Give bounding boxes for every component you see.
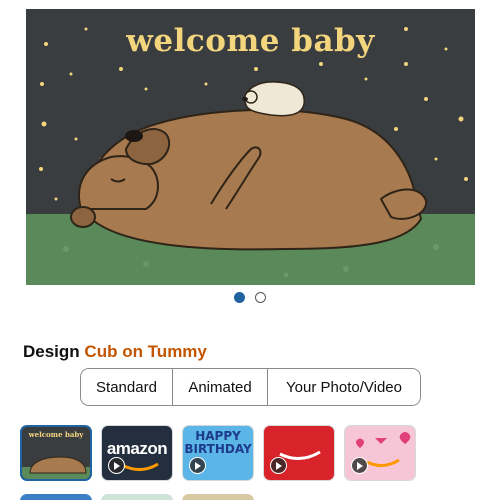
design-thumbnail-amazon[interactable]: amazon <box>101 425 173 481</box>
pager-dot-2[interactable] <box>255 292 266 303</box>
design-thumbnail-row: welcome baby amazon HAPPY BIRTHDAY <box>20 425 416 481</box>
design-label-row: Design Cub on Tummy <box>23 342 207 362</box>
tab-standard[interactable]: Standard <box>81 369 172 405</box>
pager-dot-1[interactable] <box>234 292 245 303</box>
play-icon <box>351 457 368 474</box>
design-value: Cub on Tummy <box>84 342 207 361</box>
tab-animated[interactable]: Animated <box>172 369 267 405</box>
tab-your-photo-video[interactable]: Your Photo/Video <box>267 369 420 405</box>
card-title-text: welcome baby <box>126 23 375 59</box>
card-preview-image: welcome baby <box>26 9 475 285</box>
design-thumbnail-happy-birthday[interactable]: HAPPY BIRTHDAY <box>182 425 254 481</box>
design-thumbnail-partial[interactable] <box>182 494 254 500</box>
design-thumbnail-partial[interactable] <box>20 494 92 500</box>
play-icon <box>270 457 287 474</box>
play-icon <box>108 457 125 474</box>
design-label: Design <box>23 342 80 361</box>
design-type-selector: Standard Animated Your Photo/Video <box>80 368 421 406</box>
play-icon <box>189 457 206 474</box>
design-thumbnail-cub-on-tummy[interactable]: welcome baby <box>20 425 92 481</box>
bear-thumbnail-illustration <box>22 456 90 479</box>
design-thumbnail-hearts[interactable] <box>344 425 416 481</box>
design-thumbnail-partial[interactable] <box>101 494 173 500</box>
thumbnail-title: HAPPY BIRTHDAY <box>184 429 252 456</box>
design-thumbnail-row-2 <box>20 494 254 500</box>
carousel-pager <box>0 292 500 303</box>
design-thumbnail-red-smile[interactable] <box>263 425 335 481</box>
